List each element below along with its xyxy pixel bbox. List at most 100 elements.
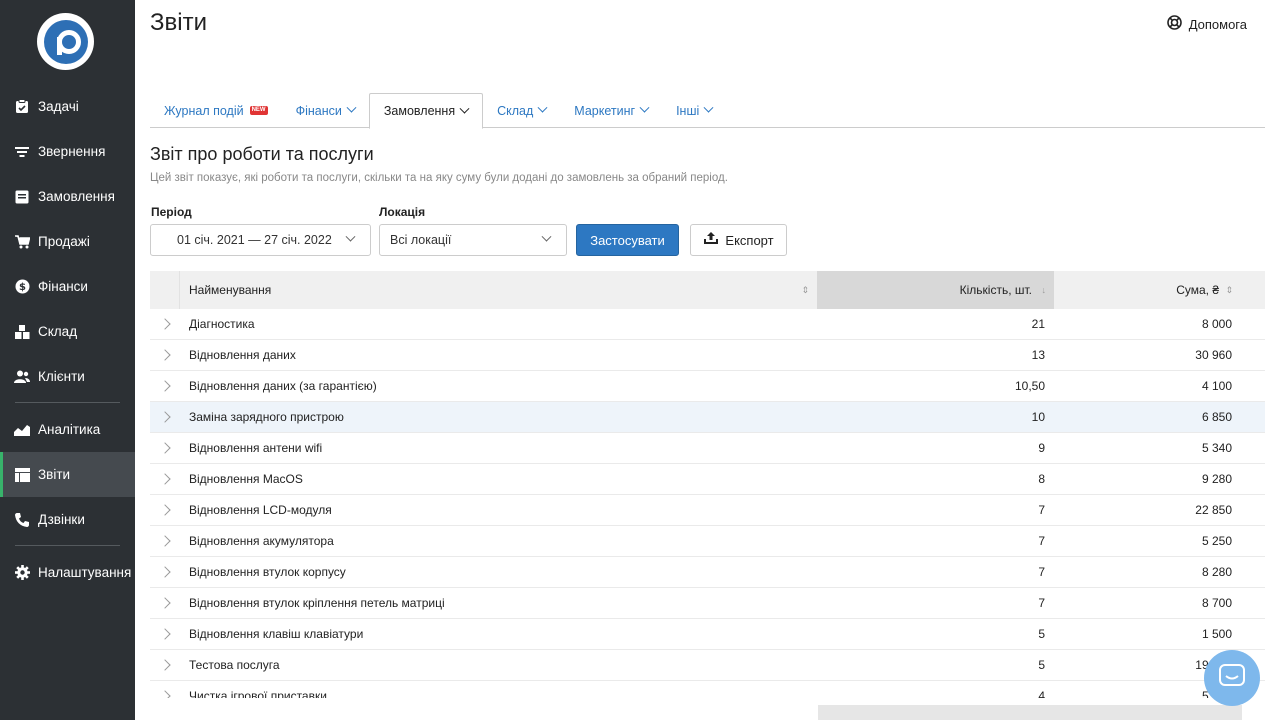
row-expand-toggle[interactable] bbox=[150, 659, 180, 671]
chevron-right-icon bbox=[159, 473, 171, 485]
tab-finance[interactable]: Фінанси bbox=[282, 93, 369, 128]
header-sum-label: Сума, ₴ bbox=[1176, 283, 1219, 297]
table-row[interactable]: Відновлення даних 13 30 960 bbox=[150, 340, 1265, 371]
period-label: Період bbox=[151, 205, 192, 219]
row-expand-toggle[interactable] bbox=[150, 690, 180, 698]
table-row[interactable]: Відновлення клавіш клавіатури 5 1 500 bbox=[150, 619, 1265, 650]
table-row[interactable]: Чистка ігрової приставки45 580 bbox=[150, 681, 1265, 698]
report-description: Цей звіт показує, які роботи та послуги,… bbox=[150, 172, 728, 184]
row-expand-toggle[interactable] bbox=[150, 473, 180, 485]
sidebar-item-requests[interactable]: Звернення bbox=[0, 129, 135, 174]
row-qty: 10,50 bbox=[1014, 379, 1045, 393]
chart-icon bbox=[14, 422, 30, 438]
table-row[interactable]: Відновлення LCD-модуля 7 22 850 bbox=[150, 495, 1265, 526]
header-sum[interactable]: Сума, ₴ ⇕ bbox=[1054, 271, 1241, 309]
row-expand-toggle[interactable] bbox=[150, 318, 180, 330]
row-name: Відновлення втулок корпусу bbox=[189, 565, 346, 579]
boxes-icon bbox=[14, 324, 30, 340]
export-icon bbox=[703, 232, 719, 248]
row-expand-toggle[interactable] bbox=[150, 442, 180, 454]
chat-widget-button[interactable] bbox=[1204, 650, 1260, 706]
sidebar-item-label: Звернення bbox=[38, 144, 106, 159]
chevron-right-icon bbox=[159, 349, 171, 361]
help-link[interactable]: Допомога bbox=[1166, 15, 1247, 33]
tab-other[interactable]: Інші bbox=[662, 93, 726, 128]
sidebar-item-orders[interactable]: Замовлення bbox=[0, 174, 135, 219]
report-table: Найменування ⇕ Кількість, шт. ↓ Сума, ₴ … bbox=[150, 271, 1265, 698]
chevron-right-icon bbox=[159, 628, 171, 640]
row-name: Тестова послуга bbox=[189, 658, 280, 672]
sidebar-item-clients[interactable]: Клієнти bbox=[0, 354, 135, 399]
page-title: Звіти bbox=[150, 9, 207, 36]
tab-event-log[interactable]: Журнал подій NEW bbox=[150, 93, 282, 128]
sidebar-item-label: Задачі bbox=[38, 99, 79, 114]
clipboard-icon bbox=[14, 99, 30, 115]
sidebar-item-analytics[interactable]: Аналітика bbox=[0, 407, 135, 452]
tab-orders[interactable]: Замовлення bbox=[368, 93, 484, 129]
horizontal-scrollbar[interactable] bbox=[818, 705, 1242, 720]
row-qty: 13 bbox=[1031, 348, 1045, 362]
sidebar-item-label: Замовлення bbox=[38, 189, 115, 204]
row-sum: 9 280 bbox=[1201, 472, 1232, 486]
sidebar-item-calls[interactable]: Дзвінки bbox=[0, 497, 135, 542]
chevron-right-icon bbox=[159, 411, 171, 423]
sidebar-nav: Задачі Звернення Замовлення Продажі $ Фі… bbox=[0, 84, 135, 595]
sidebar-item-label: Продажі bbox=[38, 234, 90, 249]
row-sum: 6 850 bbox=[1201, 410, 1232, 424]
sidebar-item-warehouse[interactable]: Склад bbox=[0, 309, 135, 354]
help-label: Допомога bbox=[1188, 16, 1247, 32]
top-bar: Звіти Допомога bbox=[135, 0, 1280, 47]
app-logo[interactable] bbox=[37, 13, 94, 70]
row-expand-toggle[interactable] bbox=[150, 566, 180, 578]
row-expand-toggle[interactable] bbox=[150, 628, 180, 640]
row-name: Відновлення LCD-модуля bbox=[189, 503, 332, 517]
chevron-right-icon bbox=[159, 597, 171, 609]
row-expand-toggle[interactable] bbox=[150, 504, 180, 516]
period-picker[interactable]: 01 січ. 2021 — 27 січ. 2022 bbox=[150, 224, 371, 256]
row-expand-toggle[interactable] bbox=[150, 349, 180, 361]
table-row[interactable]: Відновлення акумулятора 7 5 250 bbox=[150, 526, 1265, 557]
sidebar-item-label: Налаштування bbox=[38, 565, 132, 580]
cart-icon bbox=[14, 234, 30, 250]
logo-mark bbox=[43, 19, 88, 64]
table-row[interactable]: Заміна зарядного пристрою 10 6 850 bbox=[150, 402, 1265, 433]
table-row[interactable]: Відновлення MacOS 8 9 280 bbox=[150, 464, 1265, 495]
table-row[interactable]: Тестова послуга519 800 bbox=[150, 650, 1265, 681]
row-expand-toggle[interactable] bbox=[150, 411, 180, 423]
header-qty[interactable]: Кількість, шт. ↓ bbox=[817, 271, 1054, 309]
filter-icon bbox=[14, 144, 30, 160]
export-button[interactable]: Експорт bbox=[690, 224, 787, 256]
tab-label: Замовлення bbox=[383, 104, 456, 118]
row-sum: 5 250 bbox=[1201, 534, 1232, 548]
row-qty: 7 bbox=[1038, 596, 1045, 610]
sidebar-item-tasks[interactable]: Задачі bbox=[0, 84, 135, 129]
new-badge: NEW bbox=[249, 106, 268, 115]
sidebar-item-reports[interactable]: Звіти bbox=[0, 452, 135, 497]
row-expand-toggle[interactable] bbox=[150, 535, 180, 547]
gear-icon bbox=[14, 565, 30, 581]
table-row[interactable]: Відновлення втулок кріплення петель матр… bbox=[150, 588, 1265, 619]
users-icon bbox=[14, 369, 30, 385]
row-expand-toggle[interactable] bbox=[150, 380, 180, 392]
tab-warehouse[interactable]: Склад bbox=[483, 93, 560, 128]
table-row[interactable]: Відновлення антени wifi 9 5 340 bbox=[150, 433, 1265, 464]
table-row[interactable]: Відновлення втулок корпусу 7 8 280 bbox=[150, 557, 1265, 588]
sidebar-item-finance[interactable]: $ Фінанси bbox=[0, 264, 135, 309]
sidebar-item-settings[interactable]: Налаштування bbox=[0, 550, 135, 595]
table-row[interactable]: Діагностика 21 8 000 bbox=[150, 309, 1265, 340]
sort-icon: ⇕ bbox=[801, 284, 809, 295]
row-name: Відновлення MacOS bbox=[189, 472, 303, 486]
apply-button[interactable]: Застосувати bbox=[576, 224, 679, 256]
table-row[interactable]: Відновлення даних (за гарантією) 10,50 4 1… bbox=[150, 371, 1265, 402]
tab-marketing[interactable]: Маркетинг bbox=[560, 93, 662, 128]
row-sum: 8 000 bbox=[1201, 317, 1232, 331]
lifebuoy-icon bbox=[1166, 15, 1182, 33]
location-select[interactable]: Всі локації bbox=[379, 224, 567, 256]
phone-icon bbox=[14, 512, 30, 528]
row-sum: 30 960 bbox=[1195, 348, 1232, 362]
row-expand-toggle[interactable] bbox=[150, 597, 180, 609]
header-spacer bbox=[1241, 271, 1265, 309]
sidebar-item-label: Склад bbox=[38, 324, 78, 339]
sidebar-item-sales[interactable]: Продажі bbox=[0, 219, 135, 264]
header-name[interactable]: Найменування ⇕ bbox=[180, 271, 817, 309]
